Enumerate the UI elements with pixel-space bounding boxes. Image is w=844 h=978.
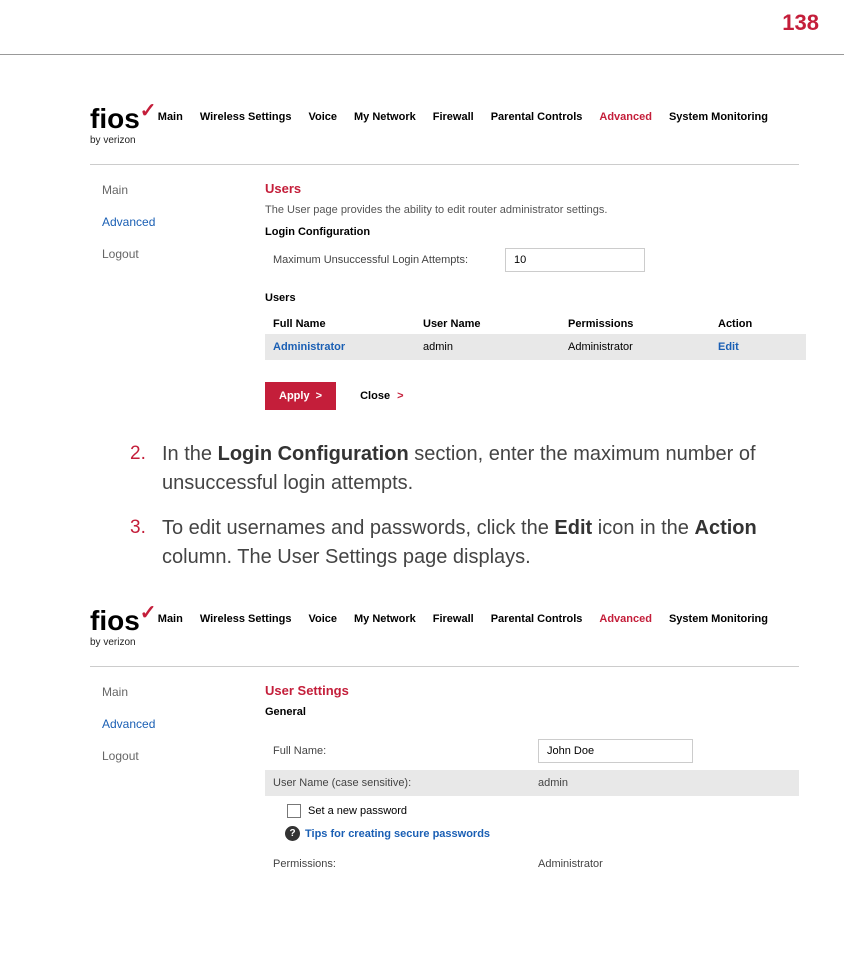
fullname-input[interactable] [538, 739, 693, 763]
permissions-row: Permissions: Administrator [265, 851, 799, 877]
check-icon: ✓ [140, 603, 157, 623]
set-password-label: Set a new password [308, 805, 407, 817]
instruction-number: 3. [130, 514, 162, 572]
permissions-value: Administrator [538, 858, 603, 870]
table-row: Administrator admin Administrator Edit [265, 334, 806, 360]
help-icon: ? [285, 826, 300, 841]
row-fullname[interactable]: Administrator [273, 341, 423, 353]
divider [0, 54, 844, 55]
col-action: Action [718, 318, 798, 330]
router-header: fios✓ by verizon Main Wireless Settings … [90, 105, 799, 164]
nav-monitoring[interactable]: System Monitoring [669, 111, 768, 123]
max-attempts-label: Maximum Unsuccessful Login Attempts: [265, 254, 505, 266]
row-username: admin [423, 341, 568, 353]
nav-advanced[interactable]: Advanced [599, 613, 652, 625]
general-section: General Full Name: User Name (case sensi… [265, 706, 799, 877]
fullname-row: Full Name: [265, 732, 799, 770]
tips-label: Tips for creating secure passwords [305, 828, 490, 840]
divider [90, 666, 799, 667]
nav-wireless[interactable]: Wireless Settings [200, 111, 292, 123]
side-nav: Main Advanced Logout [90, 177, 265, 410]
fullname-label: Full Name: [273, 745, 538, 757]
col-username: User Name [423, 318, 568, 330]
button-row: Apply > Close > [265, 382, 806, 410]
instructions: 2. In the Login Configuration section, e… [130, 440, 784, 572]
col-permissions: Permissions [568, 318, 718, 330]
username-row: User Name (case sensitive): admin [265, 770, 799, 796]
instruction-text: In the Login Configuration section, ente… [162, 440, 784, 498]
nav-firewall[interactable]: Firewall [433, 613, 474, 625]
page-number: 138 [0, 0, 844, 54]
logo: fios✓ by verizon [90, 105, 140, 146]
users-table-header: Full Name User Name Permissions Action [265, 314, 806, 334]
top-nav: Main Wireless Settings Voice My Network … [158, 105, 768, 123]
set-password-checkbox[interactable] [287, 804, 301, 818]
nav-wireless[interactable]: Wireless Settings [200, 613, 292, 625]
router-body: Main Advanced Logout Users The User page… [90, 177, 799, 410]
chevron-right-icon: > [394, 390, 403, 402]
nav-parental[interactable]: Parental Controls [491, 111, 583, 123]
nav-advanced[interactable]: Advanced [599, 111, 652, 123]
logo-brand: fios✓ [90, 105, 140, 133]
instruction-number: 2. [130, 440, 162, 498]
logo-byline: by verizon [90, 135, 140, 146]
side-nav: Main Advanced Logout [90, 679, 265, 877]
sidenav-advanced[interactable]: Advanced [102, 215, 265, 229]
screenshot-users: fios✓ by verizon Main Wireless Settings … [90, 105, 799, 410]
user-settings-panel: User Settings General Full Name: User Na… [265, 679, 799, 877]
panel-title: Users [265, 181, 806, 196]
nav-mynetwork[interactable]: My Network [354, 111, 416, 123]
login-config-label: Login Configuration [265, 226, 806, 238]
logo: fios✓ by verizon [90, 607, 140, 648]
row-permissions: Administrator [568, 341, 718, 353]
set-password-row: Set a new password [265, 796, 799, 822]
nav-voice[interactable]: Voice [308, 613, 337, 625]
nav-parental[interactable]: Parental Controls [491, 613, 583, 625]
sidenav-main[interactable]: Main [102, 685, 265, 699]
general-label: General [265, 706, 799, 718]
username-label: User Name (case sensitive): [273, 777, 538, 789]
panel-title: User Settings [265, 683, 799, 698]
nav-voice[interactable]: Voice [308, 111, 337, 123]
users-panel: Users The User page provides the ability… [265, 177, 806, 410]
users-section-label: Users [265, 292, 806, 304]
nav-mynetwork[interactable]: My Network [354, 613, 416, 625]
apply-button[interactable]: Apply > [265, 382, 336, 410]
sidenav-logout[interactable]: Logout [102, 749, 265, 763]
nav-main[interactable]: Main [158, 111, 183, 123]
nav-monitoring[interactable]: System Monitoring [669, 613, 768, 625]
sidenav-main[interactable]: Main [102, 183, 265, 197]
col-fullname: Full Name [273, 318, 423, 330]
tips-row[interactable]: ? Tips for creating secure passwords [265, 822, 799, 851]
instruction-text: To edit usernames and passwords, click t… [162, 514, 784, 572]
logo-byline: by verizon [90, 637, 140, 648]
edit-link[interactable]: Edit [718, 341, 798, 353]
check-icon: ✓ [140, 101, 157, 121]
nav-main[interactable]: Main [158, 613, 183, 625]
username-value: admin [538, 777, 568, 789]
panel-description: The User page provides the ability to ed… [265, 204, 806, 216]
router-body: Main Advanced Logout User Settings Gener… [90, 679, 799, 877]
logo-brand: fios✓ [90, 607, 140, 635]
max-attempts-row: Maximum Unsuccessful Login Attempts: [265, 248, 806, 272]
divider [90, 164, 799, 165]
permissions-label: Permissions: [273, 858, 538, 870]
router-header: fios✓ by verizon Main Wireless Settings … [90, 607, 799, 666]
max-attempts-input[interactable] [505, 248, 645, 272]
close-button[interactable]: Close > [360, 390, 403, 402]
sidenav-logout[interactable]: Logout [102, 247, 265, 261]
instruction-3: 3. To edit usernames and passwords, clic… [130, 514, 784, 572]
top-nav: Main Wireless Settings Voice My Network … [158, 607, 768, 625]
nav-firewall[interactable]: Firewall [433, 111, 474, 123]
screenshot-user-settings: fios✓ by verizon Main Wireless Settings … [90, 607, 799, 877]
sidenav-advanced[interactable]: Advanced [102, 717, 265, 731]
instruction-2: 2. In the Login Configuration section, e… [130, 440, 784, 498]
